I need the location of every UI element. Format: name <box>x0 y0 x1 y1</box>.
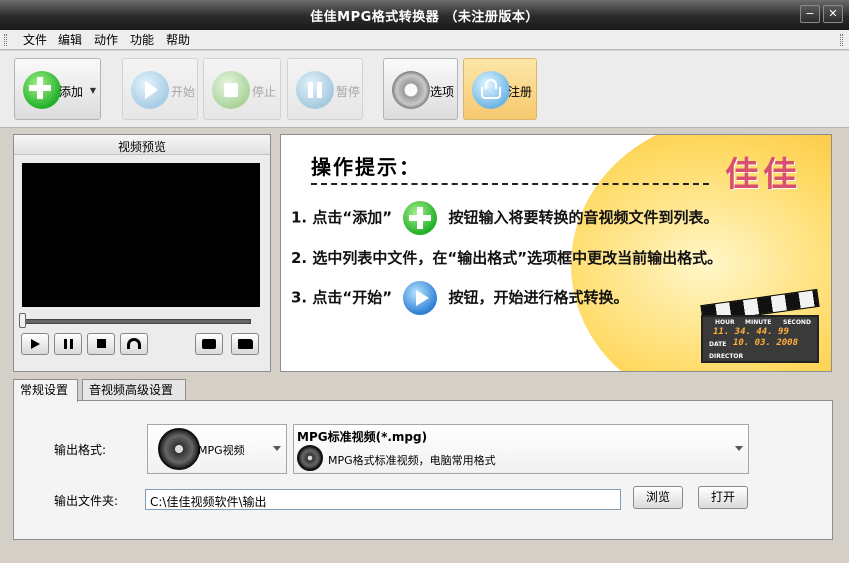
register-button[interactable]: 注册 <box>463 58 537 120</box>
clap-director-label: DIRECTOR <box>709 353 744 360</box>
window-title: 佳佳MPG格式转换器 （未注册版本） <box>310 10 539 25</box>
chevron-down-icon <box>273 446 281 451</box>
menu-action[interactable]: 动作 <box>91 32 121 48</box>
menu-help[interactable]: 帮助 <box>163 32 193 48</box>
close-button[interactable]: ✕ <box>823 5 843 23</box>
start-button[interactable]: 开始 <box>122 58 198 120</box>
volume-button[interactable] <box>120 333 148 355</box>
tab-general[interactable]: 常规设置 <box>13 379 78 402</box>
hint-line-1: 1. 点击“添加” 按钮输入将要转换的音视频文件到列表。 <box>291 201 719 235</box>
browse-button[interactable]: 浏览 <box>633 486 683 509</box>
seek-bar[interactable] <box>23 319 251 324</box>
format-type-select[interactable]: MPG视频 <box>147 424 287 474</box>
hint-line-1-b: 按钮输入将要转换的音视频文件到列表。 <box>448 208 719 227</box>
clap-time: 11. 34. 44. 99 <box>713 327 789 337</box>
video-preview-panel: 视频预览 <box>13 134 271 372</box>
minimize-button[interactable]: − <box>800 5 820 23</box>
gear-icon <box>392 71 430 109</box>
video-preview-header: 视频预览 <box>14 135 270 155</box>
chevron-down-icon <box>735 446 743 451</box>
film-reel-icon <box>297 445 323 471</box>
snapshot-button[interactable] <box>195 333 223 355</box>
register-button-label: 注册 <box>508 85 533 99</box>
headphones-icon <box>127 338 141 349</box>
format-preset-select[interactable]: MPG标准视频(*.mpg) MPG格式标准视频，电脑常用格式 <box>293 424 749 474</box>
format-preset-desc: MPG格式标准视频，电脑常用格式 <box>328 454 496 467</box>
stop-button[interactable]: 停止 <box>203 58 281 120</box>
clapperboard-illustration: HOUR MINUTE SECOND 11. 34. 44. 99 DATE 1… <box>700 285 821 365</box>
camera-icon <box>202 339 216 349</box>
stop-icon <box>212 71 250 109</box>
toolbar: 添加 ▼ 开始 停止 暂停 选项 注册 <box>0 51 849 128</box>
options-button[interactable]: 选项 <box>383 58 458 120</box>
hint-line-3: 3. 点击“开始” 按钮，开始进行格式转换。 <box>291 281 629 315</box>
start-button-label: 开始 <box>171 85 196 99</box>
clap-hour-label: HOUR <box>715 319 735 326</box>
clapperboard-board: HOUR MINUTE SECOND 11. 34. 44. 99 DATE 1… <box>701 315 819 363</box>
add-icon <box>403 201 438 235</box>
menu-grip-right <box>840 34 843 46</box>
video-screen <box>22 163 260 307</box>
folder-icon <box>237 339 253 349</box>
pause-icon <box>296 71 334 109</box>
basket-icon <box>472 71 510 109</box>
hint-line-2: 2. 选中列表中文件，在“输出格式”选项框中更改当前输出格式。 <box>291 249 723 267</box>
hint-title: 操作提示： <box>311 155 421 179</box>
options-button-label: 选项 <box>430 85 455 99</box>
stop-preview-button[interactable] <box>87 333 115 355</box>
seek-handle[interactable] <box>19 313 26 328</box>
chevron-down-icon[interactable]: ▼ <box>90 86 96 95</box>
menu-grip-left <box>4 34 7 46</box>
pause-button[interactable]: 暂停 <box>287 58 363 120</box>
pause-icon <box>63 339 73 349</box>
play-button[interactable] <box>21 333 49 355</box>
clap-date-label: DATE <box>709 341 727 348</box>
pause-button-label: 暂停 <box>336 85 361 99</box>
format-type-value: MPG视频 <box>198 444 245 457</box>
play-icon <box>30 339 40 349</box>
open-button[interactable]: 打开 <box>698 486 748 509</box>
hint-divider <box>311 183 709 185</box>
open-folder-button[interactable] <box>231 333 259 355</box>
menu-file[interactable]: 文件 <box>20 32 50 48</box>
clap-second-label: SECOND <box>783 319 811 326</box>
pause-preview-button[interactable] <box>54 333 82 355</box>
brand-logo: 佳佳 <box>725 155 801 195</box>
title-bar: 佳佳MPG格式转换器 （未注册版本） − ✕ <box>0 0 849 30</box>
add-icon <box>23 71 61 109</box>
operation-hint-panel: 操作提示： 佳佳 1. 点击“添加” 按钮输入将要转换的音视频文件到列表。 2.… <box>280 134 832 372</box>
output-format-label: 输出格式: <box>54 443 107 457</box>
clap-minute-label: MINUTE <box>745 319 772 326</box>
stop-icon <box>96 339 106 348</box>
output-folder-input[interactable]: C:\佳佳视频软件\输出 <box>145 489 621 510</box>
add-button-label: 添加 <box>59 85 84 99</box>
hint-line-3-a: 3. 点击“开始” <box>291 288 393 307</box>
stop-button-label: 停止 <box>252 85 277 99</box>
tab-av-advanced[interactable]: 音视频高级设置 <box>82 379 186 401</box>
add-button[interactable]: 添加 ▼ <box>14 58 101 120</box>
menu-function[interactable]: 功能 <box>127 32 157 48</box>
hint-line-1-a: 1. 点击“添加” <box>291 208 393 227</box>
clap-date: 10. 03. 2008 <box>733 338 799 348</box>
output-folder-label: 输出文件夹: <box>54 494 119 508</box>
format-preset-name: MPG标准视频(*.mpg) <box>297 430 428 444</box>
video-preview-title: 视频预览 <box>117 140 166 154</box>
general-settings-panel: 输出格式: MPG视频 MPG标准视频(*.mpg) MPG格式标准视频，电脑常… <box>13 400 833 540</box>
play-icon <box>131 71 169 109</box>
menu-bar: 文件 编辑 动作 功能 帮助 <box>0 30 849 50</box>
film-reel-icon <box>158 428 200 470</box>
hint-line-3-b: 按钮，开始进行格式转换。 <box>448 288 629 307</box>
play-icon <box>403 281 438 315</box>
menu-edit[interactable]: 编辑 <box>55 32 85 48</box>
